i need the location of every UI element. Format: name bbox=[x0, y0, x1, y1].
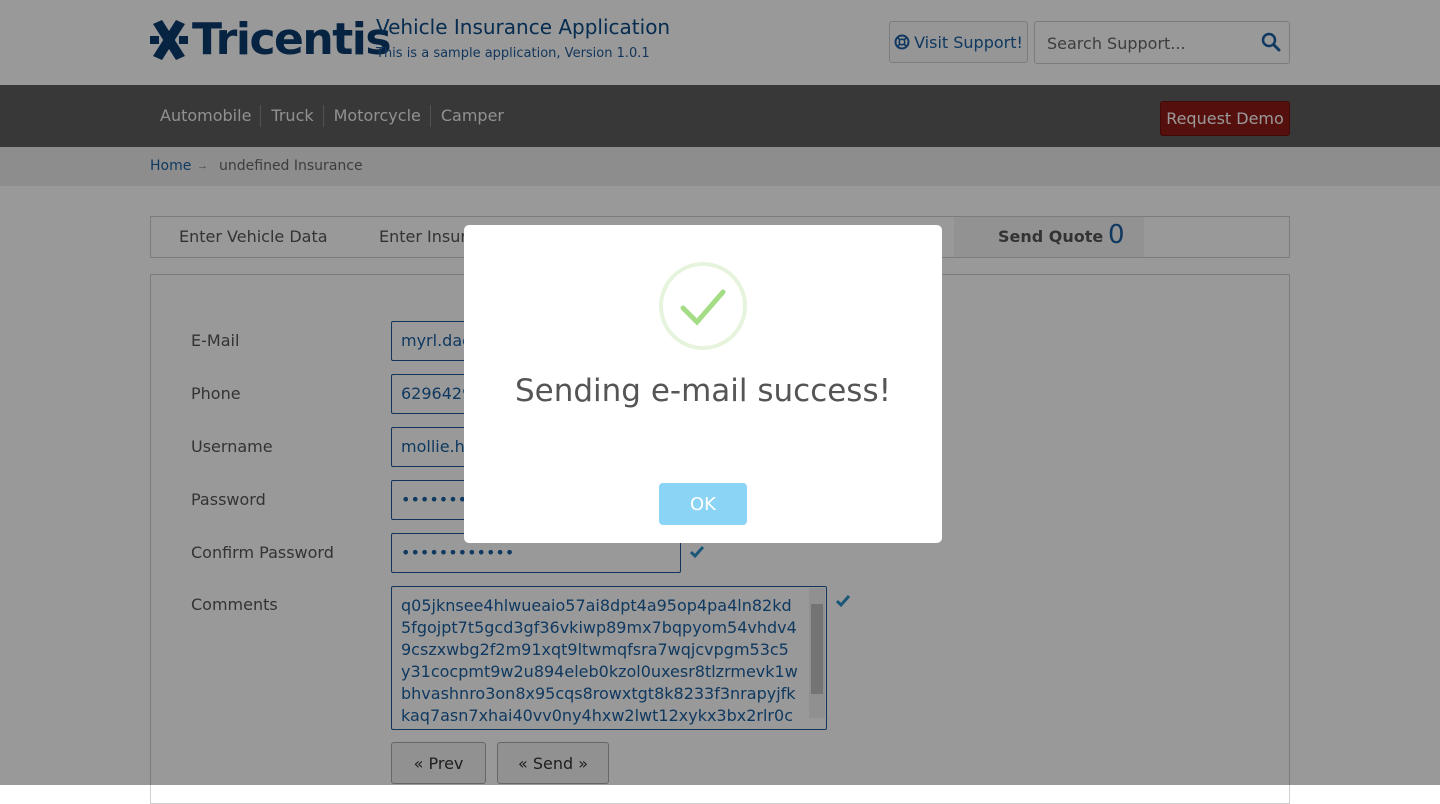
ok-button[interactable]: OK bbox=[659, 483, 747, 525]
success-check-icon bbox=[659, 262, 747, 350]
success-dialog: Sending e-mail success! OK bbox=[464, 225, 942, 543]
dialog-title: Sending e-mail success! bbox=[514, 373, 892, 409]
